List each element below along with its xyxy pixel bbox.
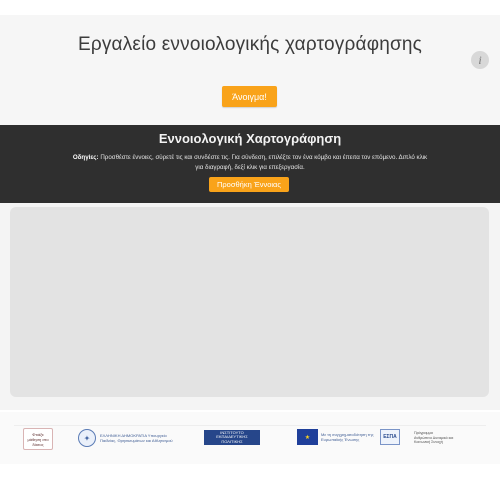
info-icon[interactable]: i bbox=[471, 51, 489, 69]
header bbox=[0, 15, 500, 125]
eu-flag-icon: ★ bbox=[297, 429, 318, 445]
add-concept-button[interactable]: Προσθήκη Έννοιας bbox=[209, 177, 289, 192]
instructions-text: Οδηγίες: Προσθέστε έννοιες, σύρετέ τις κ… bbox=[70, 153, 430, 173]
page: Εργαλείο εννοιολογικής χαρτογράφησης i Ά… bbox=[0, 0, 500, 500]
ministry-text: ΕΛΛΗΝΙΚΗ ΔΗΜΟΚΡΑΤΙΑ Υπουργείο Παιδείας, … bbox=[100, 433, 173, 443]
iep-line3: ΠΟΛΙΤΙΚΗΣ bbox=[221, 438, 243, 444]
page-title: Εργαλείο εννοιολογικής χαρτογράφησης bbox=[77, 34, 423, 55]
concept-map-canvas[interactable] bbox=[10, 207, 489, 397]
top-strip bbox=[0, 0, 500, 15]
instructions-label: Οδηγίες: bbox=[72, 154, 99, 161]
band-title: Εννοιολογική Χαρτογράφηση bbox=[158, 131, 342, 146]
logo1-line3: δάσος bbox=[32, 441, 44, 447]
open-button[interactable]: Άνοιγμα! bbox=[222, 86, 277, 107]
forest-learning-logo: Φτιάξε μάθηση στο δάσος bbox=[23, 428, 53, 450]
iep-logo: ΙΝΣΤΙΤΟΥΤΟ ΕΚΠΑΙΔΕΥΤΙΚΗΣ ΠΟΛΙΤΙΚΗΣ bbox=[204, 430, 260, 445]
ministry-logo: ✦ ΕΛΛΗΝΙΚΗ ΔΗΜΟΚΡΑΤΙΑ Υπουργείο Παιδείας… bbox=[78, 429, 176, 447]
program-logo: Πρόγραμμα Ανθρώπινο Δυναμικό και Κοινωνι… bbox=[414, 431, 474, 445]
instructions-body: Προσθέστε έννοιες, σύρετέ τις και συνδέσ… bbox=[100, 154, 428, 171]
eu-logo: ★ Με τη συγχρηματοδότηση της Ευρωπαϊκής … bbox=[297, 429, 400, 445]
eu-text: Με τη συγχρηματοδότηση της Ευρωπαϊκής Έν… bbox=[321, 432, 374, 442]
bottom-strip bbox=[0, 464, 500, 500]
footer-divider bbox=[14, 425, 486, 426]
program-line3: Κοινωνική Συνοχή bbox=[414, 440, 443, 445]
greek-seal-icon: ✦ bbox=[78, 429, 96, 447]
espa-logo: ΕΣΠΑ bbox=[380, 429, 400, 445]
